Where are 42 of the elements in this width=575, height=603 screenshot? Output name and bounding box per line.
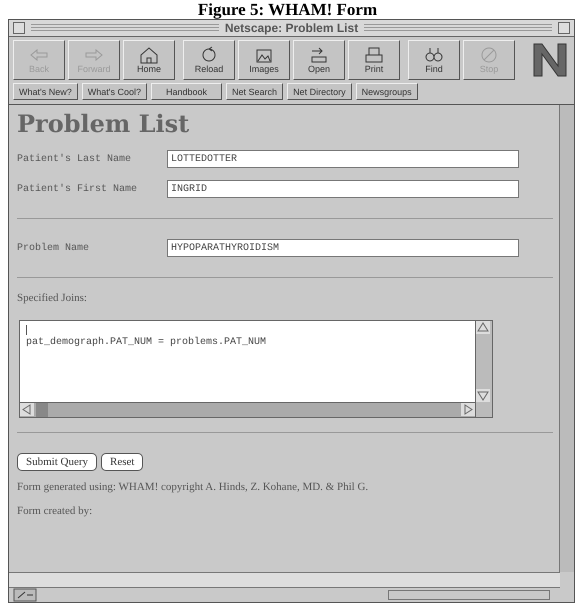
directory-button[interactable]: What's New? xyxy=(13,83,78,100)
house-icon xyxy=(138,46,160,64)
footer-text: Form created by: xyxy=(17,505,94,517)
joins-label: Specified Joins: xyxy=(17,292,88,304)
toolbar-button[interactable]: Reload xyxy=(183,40,235,80)
toolbar-button[interactable]: Home xyxy=(123,40,175,80)
scroll-up-icon[interactable] xyxy=(476,321,490,334)
directory-button[interactable]: Handbook xyxy=(150,83,222,100)
page-heading: Problem List xyxy=(17,109,190,138)
window-title: Netscape: Problem List xyxy=(224,21,358,35)
zoom-box-icon[interactable] xyxy=(558,22,570,34)
footer-text: Form generated using: WHAM! copyright A. Hinds, Z. Kohane, MD. & Phil G. xyxy=(17,481,370,493)
figure-caption: Figure 5: WHAM! Form xyxy=(196,0,378,19)
input-field[interactable]: LOTTEDOTTER xyxy=(167,150,519,168)
field-label: Problem Name xyxy=(17,242,90,254)
horizontal-scrollbar[interactable] xyxy=(9,572,560,588)
binoculars-icon xyxy=(423,46,445,64)
field-label: Patient's First Name xyxy=(17,184,138,194)
directory-button[interactable]: Newsgroups xyxy=(356,83,418,100)
input-field[interactable]: HYPOPARATHYROIDISM xyxy=(167,239,519,257)
input-field[interactable]: INGRID xyxy=(167,180,519,198)
directory-button[interactable]: Net Search xyxy=(226,83,284,100)
form-button[interactable]: Submit Query xyxy=(17,453,98,471)
vertical-scrollbar[interactable] xyxy=(559,105,574,572)
directory-button[interactable]: Net Directory xyxy=(287,83,352,100)
right-arrow-icon xyxy=(83,46,105,64)
directory-button[interactable]: What's Cool? xyxy=(82,83,147,100)
form-button[interactable]: Reset xyxy=(101,453,144,471)
printer-icon xyxy=(363,46,385,64)
left-arrow-icon xyxy=(28,46,50,64)
toolbar-button[interactable]: Find xyxy=(408,40,460,80)
scroll-right-icon[interactable] xyxy=(461,403,475,416)
scroll-left-icon[interactable] xyxy=(20,403,34,416)
toolbar-button[interactable]: Images xyxy=(238,40,290,80)
text-area[interactable]: pat_demograph.PAT_NUM = problems.PAT_NUM xyxy=(19,320,493,418)
close-box-icon[interactable] xyxy=(13,22,25,34)
toolbar-button[interactable]: Print xyxy=(348,40,400,80)
join-text: pat_demograph.PAT_NUM = problems.PAT_NUM xyxy=(26,337,268,348)
field-label: Patient's Last Name xyxy=(17,154,132,164)
toolbar-button[interactable]: Open xyxy=(293,40,345,80)
scroll-thumb[interactable] xyxy=(36,403,48,417)
scroll-down-icon[interactable] xyxy=(476,389,490,402)
